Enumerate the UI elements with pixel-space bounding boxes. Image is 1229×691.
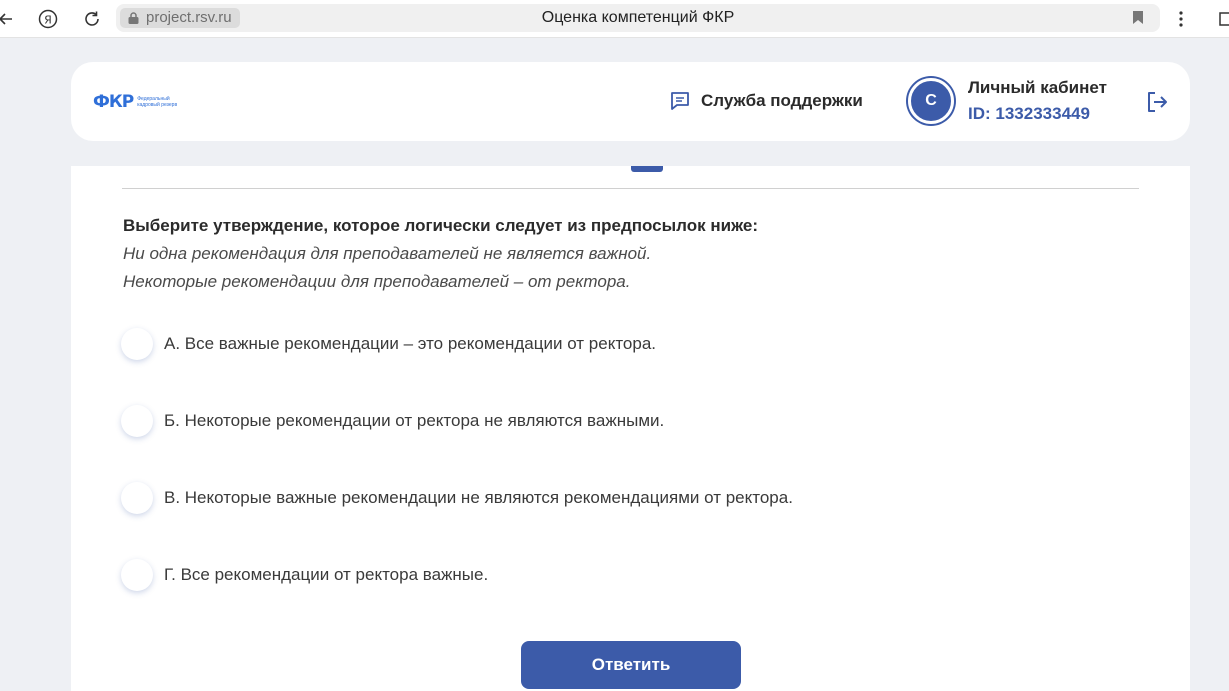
bookmark-icon[interactable] [1132,10,1144,30]
radio-button[interactable] [121,482,153,514]
browser-tab-title: Оценка компетенций ФКР [541,9,735,26]
back-arrow-icon[interactable] [0,7,18,31]
account-title[interactable]: Личный кабинет [968,78,1107,98]
divider [122,188,1139,189]
avatar[interactable]: С [908,78,954,124]
logo-subtitle: Федеральный кадровый резерв [137,96,178,108]
radio-button[interactable] [121,559,153,591]
address-bar[interactable]: project.rsv.ru Оценка компетенций ФКР [116,4,1160,32]
site-header: ФКР Федеральный кадровый резерв Служба п… [71,62,1190,141]
svg-text:Я: Я [44,14,52,27]
menu-dots-icon[interactable] [1169,7,1193,31]
answer-option-a[interactable]: А. Все важные рекомендации – это рекомен… [121,328,656,360]
option-label: А. Все важные рекомендации – это рекомен… [164,334,657,353]
premise-1: Ни одна рекомендация для преподавателей … [123,244,652,263]
radio-button[interactable] [121,405,153,437]
fkr-logo[interactable]: ФКР Федеральный кадровый резерв [93,92,187,112]
option-label: В. Некоторые важные рекомендации не явля… [164,488,793,507]
logout-icon[interactable] [1145,90,1169,114]
yandex-icon[interactable]: Я [36,7,60,31]
answer-option-b[interactable]: Б. Некоторые рекомендации от ректора не … [121,405,664,437]
extension-icon[interactable] [1214,7,1229,31]
option-label: Г. Все рекомендации от ректора важные. [164,565,489,584]
account-id: ID: 1332333449 [968,104,1090,123]
answer-option-d[interactable]: Г. Все рекомендации от ректора важные. [121,559,488,591]
progress-indicator [631,166,663,172]
browser-bar: Я project.rsv.ru Оценка компетенций ФКР [0,0,1229,38]
radio-button[interactable] [121,328,153,360]
reload-icon[interactable] [80,7,104,31]
support-label: Служба поддержки [701,91,863,110]
chat-icon [671,92,689,110]
submit-answer-button[interactable]: Ответить [521,641,741,689]
logo-mark: ФКР [93,92,134,112]
support-link[interactable]: Служба поддержки [669,90,863,112]
question-card: Выберите утверждение, которое логически … [71,166,1190,691]
question-text: Выберите утверждение, которое логически … [123,216,759,235]
option-label: Б. Некоторые рекомендации от ректора не … [164,411,665,430]
answer-option-c[interactable]: В. Некоторые важные рекомендации не явля… [121,482,793,514]
premise-2: Некоторые рекомендации для преподавателе… [123,272,631,291]
